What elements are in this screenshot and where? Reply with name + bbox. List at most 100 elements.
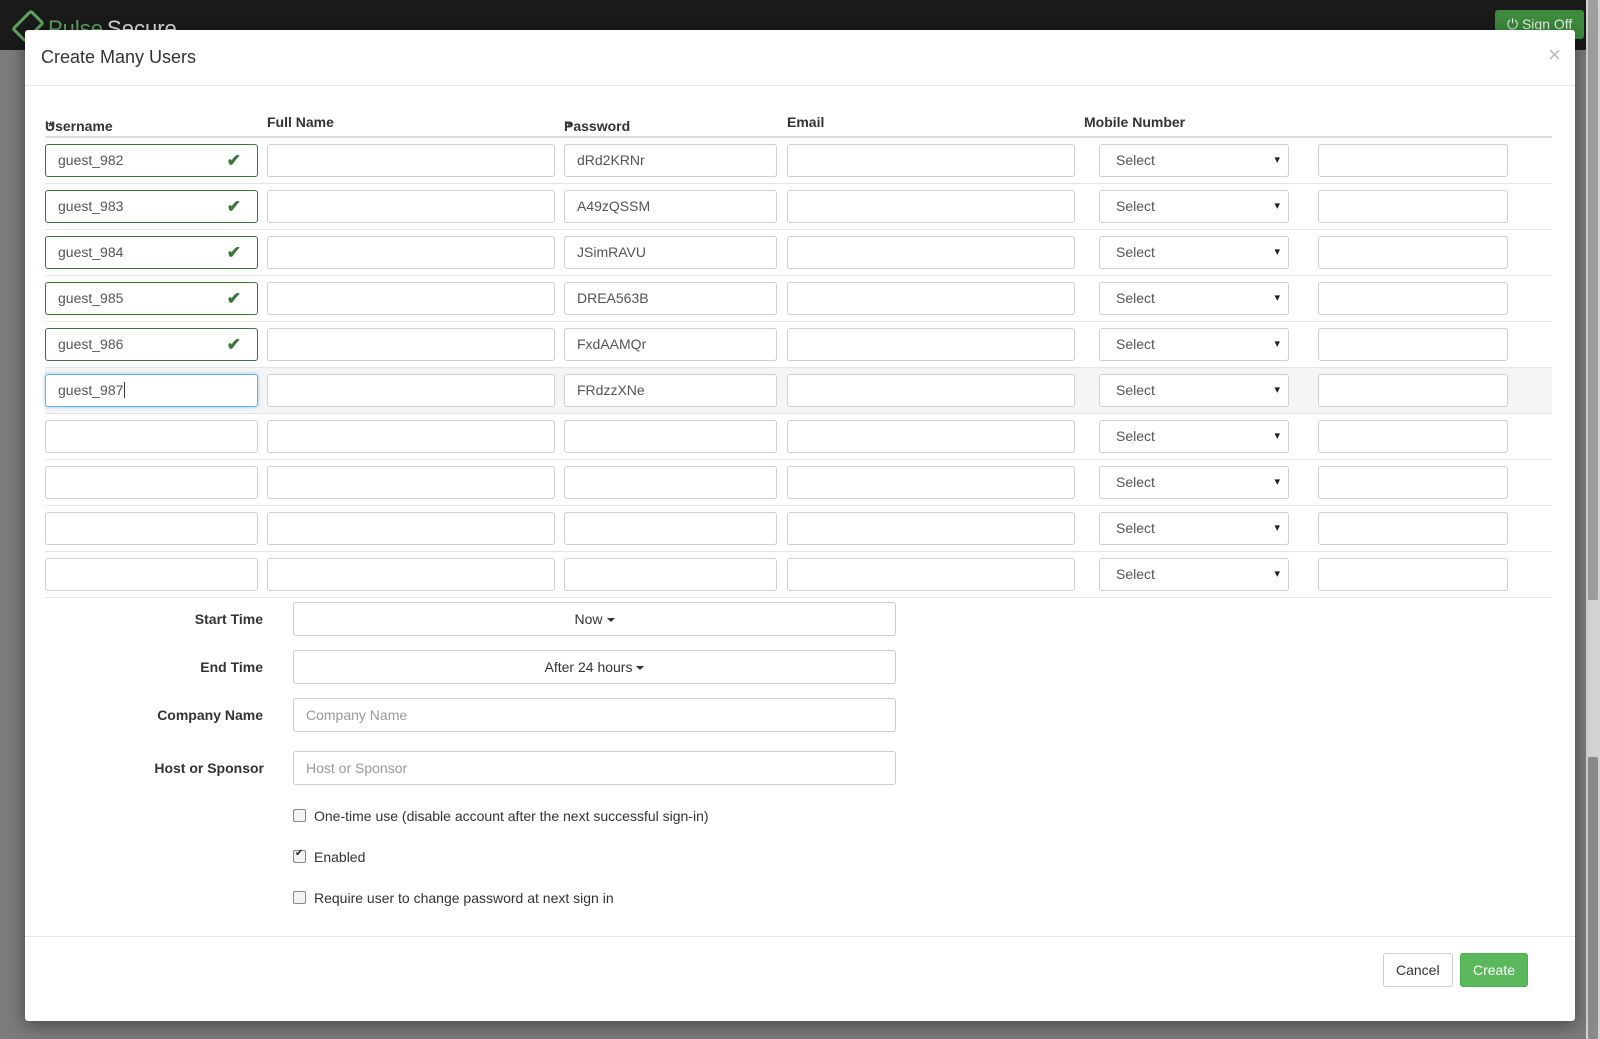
user-row: Select ▾ xyxy=(45,552,1552,598)
end-time-label: End Time xyxy=(200,659,263,675)
mobile-number-input[interactable] xyxy=(1318,328,1508,361)
enabled-checkbox[interactable] xyxy=(293,848,306,863)
mobile-country-select[interactable]: Select ▾ xyxy=(1099,466,1289,499)
mobile-country-select[interactable]: Select ▾ xyxy=(1099,558,1289,591)
password-input[interactable] xyxy=(564,558,777,591)
one-time-use-option[interactable]: One-time use (disable account after the … xyxy=(293,808,709,824)
username-value: guest_985 xyxy=(58,290,124,306)
mobile-country-select[interactable]: Select ▾ xyxy=(1099,374,1289,407)
mobile-country-select[interactable]: Select ▾ xyxy=(1099,420,1289,453)
check-icon: ✔ xyxy=(226,289,241,308)
username-value: guest_984 xyxy=(58,244,124,260)
grid-rows: guest_982 ✔ dRd2KRNr Select ▾ guest_983 ✔ A49zQ… xyxy=(45,138,1552,598)
mobile-country-select[interactable]: Select ▾ xyxy=(1099,144,1289,177)
full-name-input[interactable] xyxy=(267,282,555,315)
page-scrollbar-thumb[interactable] xyxy=(1588,0,1598,600)
host-sponsor-input[interactable]: Host or Sponsor xyxy=(293,751,896,785)
password-value: A49zQSSM xyxy=(577,198,651,214)
username-input[interactable]: guest_985 ✔ xyxy=(45,282,258,315)
username-input[interactable]: guest_986 ✔ xyxy=(45,328,258,361)
mobile-number-input[interactable] xyxy=(1318,144,1508,177)
mobile-country-select[interactable]: Select ▾ xyxy=(1099,328,1289,361)
username-input[interactable]: guest_982 ✔ xyxy=(45,144,258,177)
enabled-option[interactable]: Enabled xyxy=(293,848,365,865)
username-value: guest_986 xyxy=(58,336,124,352)
mobile-number-input[interactable] xyxy=(1318,512,1508,545)
mobile-country-select[interactable]: Select ▾ xyxy=(1099,512,1289,545)
username-value: guest_982 xyxy=(58,152,124,168)
mobile-number-input[interactable] xyxy=(1318,466,1508,499)
full-name-input[interactable] xyxy=(267,558,555,591)
password-input[interactable] xyxy=(564,466,777,499)
page-scrollbar-thumb-lower[interactable] xyxy=(1588,757,1598,1039)
required-mark: * xyxy=(567,118,573,134)
full-name-input[interactable] xyxy=(267,374,555,407)
company-name-label: Company Name xyxy=(157,707,263,723)
full-name-input[interactable] xyxy=(267,236,555,269)
select-value: Select xyxy=(1116,244,1155,260)
username-input[interactable] xyxy=(45,512,258,545)
email-input[interactable] xyxy=(787,236,1075,269)
email-input[interactable] xyxy=(787,282,1075,315)
password-input[interactable] xyxy=(564,420,777,453)
email-input[interactable] xyxy=(787,328,1075,361)
username-input[interactable]: guest_983 ✔ xyxy=(45,190,258,223)
email-input[interactable] xyxy=(787,420,1075,453)
mobile-number-input[interactable] xyxy=(1318,282,1508,315)
chevron-down-icon: ▾ xyxy=(1274,338,1280,350)
username-value: guest_983 xyxy=(58,198,124,214)
require-password-change-option[interactable]: Require user to change password at next … xyxy=(293,890,614,906)
one-time-use-checkbox[interactable] xyxy=(293,809,306,822)
password-header-label: Password xyxy=(564,118,631,134)
create-button[interactable]: Create xyxy=(1460,953,1529,987)
close-icon[interactable]: × xyxy=(1548,44,1561,66)
username-input[interactable] xyxy=(45,466,258,499)
company-name-input[interactable]: Company Name xyxy=(293,698,896,732)
caret-down-icon xyxy=(636,666,645,670)
username-value: guest_987 xyxy=(58,382,124,398)
password-value: FRdzzXNe xyxy=(577,382,645,398)
password-input[interactable]: FRdzzXNe xyxy=(564,374,777,407)
chevron-down-icon: ▾ xyxy=(1274,200,1280,212)
full-name-input[interactable] xyxy=(267,512,555,545)
mobile-country-select[interactable]: Select ▾ xyxy=(1099,282,1289,315)
email-input[interactable] xyxy=(787,190,1075,223)
start-time-dropdown[interactable]: Now xyxy=(293,602,896,636)
username-input[interactable] xyxy=(45,558,258,591)
email-input[interactable] xyxy=(787,144,1075,177)
cancel-button[interactable]: Cancel xyxy=(1383,953,1453,987)
user-row: guest_985 ✔ DREA563B Select ▾ xyxy=(45,276,1552,322)
password-input[interactable]: FxdAAMQr xyxy=(564,328,777,361)
mobile-country-select[interactable]: Select ▾ xyxy=(1099,236,1289,269)
email-input[interactable] xyxy=(787,512,1075,545)
full-name-input[interactable] xyxy=(267,190,555,223)
create-many-users-dialog: Create Many Users × Username * Full Name … xyxy=(25,30,1575,1021)
email-input[interactable] xyxy=(787,374,1075,407)
end-time-dropdown[interactable]: After 24 hours xyxy=(293,650,896,684)
check-icon: ✔ xyxy=(226,243,241,262)
password-input[interactable]: JSimRAVU xyxy=(564,236,777,269)
full-name-input[interactable] xyxy=(267,420,555,453)
full-name-input[interactable] xyxy=(267,466,555,499)
column-header-email: Email xyxy=(787,114,825,130)
email-input[interactable] xyxy=(787,466,1075,499)
mobile-number-input[interactable] xyxy=(1318,190,1508,223)
full-name-input[interactable] xyxy=(267,328,555,361)
username-input[interactable]: guest_987 xyxy=(45,374,258,407)
email-input[interactable] xyxy=(787,558,1075,591)
password-input[interactable]: A49zQSSM xyxy=(564,190,777,223)
username-input[interactable] xyxy=(45,420,258,453)
password-input[interactable]: dRd2KRNr xyxy=(564,144,777,177)
full-name-input[interactable] xyxy=(267,144,555,177)
mobile-number-input[interactable] xyxy=(1318,558,1508,591)
mobile-number-input[interactable] xyxy=(1318,420,1508,453)
mobile-number-input[interactable] xyxy=(1318,236,1508,269)
password-input[interactable] xyxy=(564,512,777,545)
require-password-change-checkbox[interactable] xyxy=(293,891,306,904)
select-value: Select xyxy=(1116,198,1155,214)
password-input[interactable]: DREA563B xyxy=(564,282,777,315)
select-value: Select xyxy=(1116,152,1155,168)
username-input[interactable]: guest_984 ✔ xyxy=(45,236,258,269)
mobile-number-input[interactable] xyxy=(1318,374,1508,407)
mobile-country-select[interactable]: Select ▾ xyxy=(1099,190,1289,223)
